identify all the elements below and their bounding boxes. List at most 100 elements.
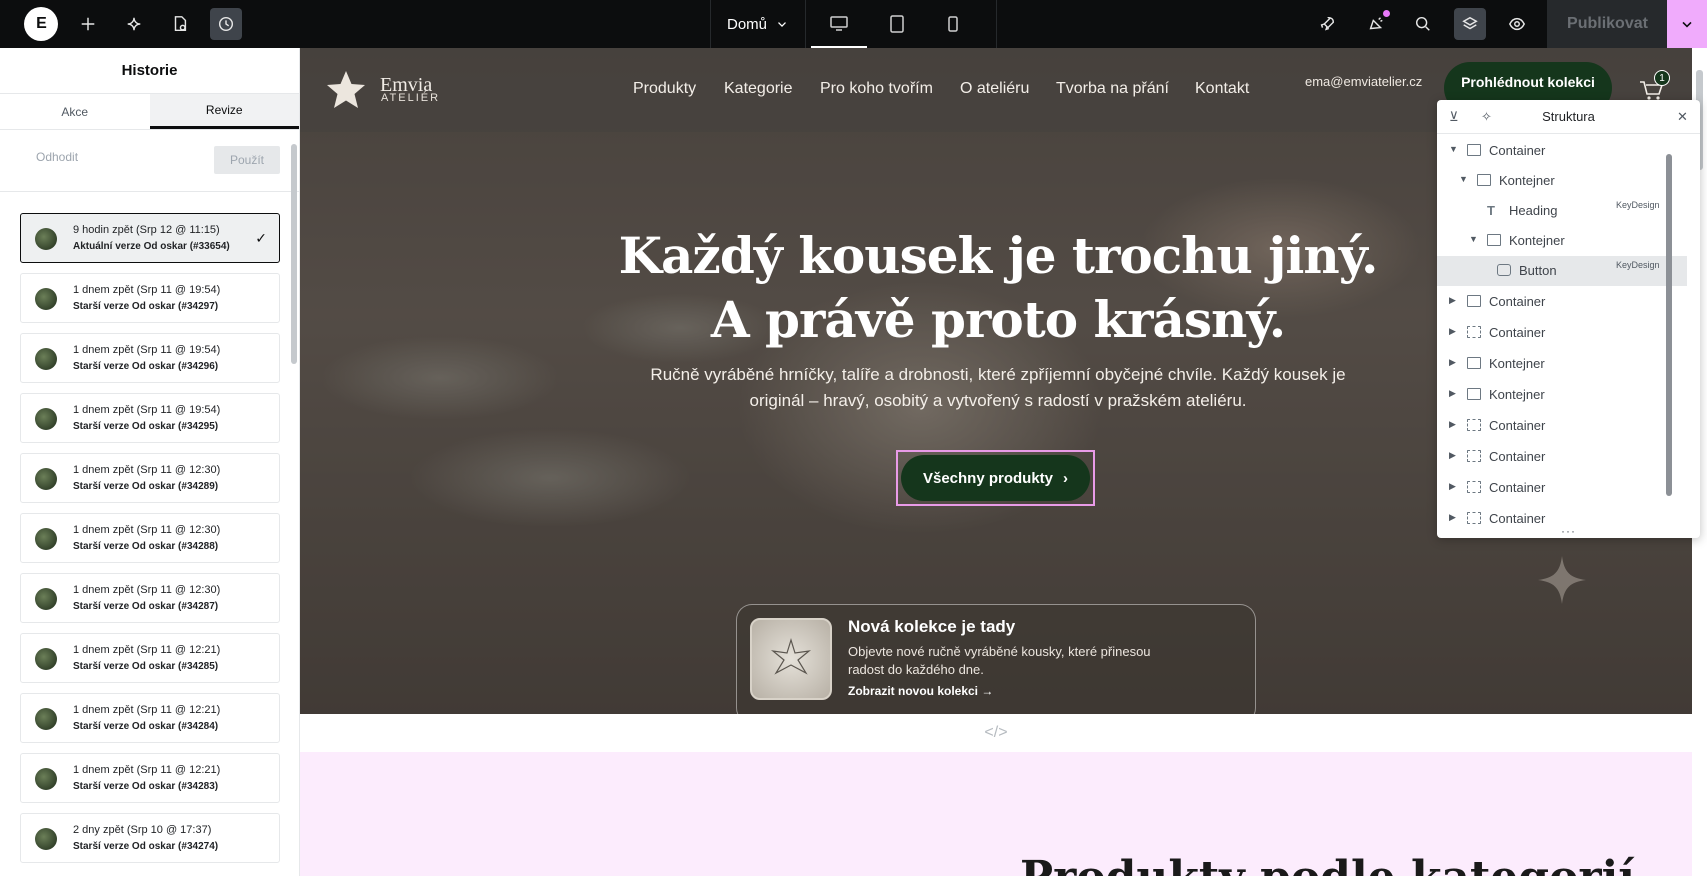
history-icon[interactable] — [210, 8, 242, 40]
revision-time: 1 dnem zpět (Srp 11 @ 19:54) — [73, 344, 221, 356]
plus-icon[interactable] — [72, 8, 104, 40]
revision-item[interactable]: 1 dnem zpět (Srp 11 @ 12:21) Starší verz… — [20, 633, 280, 683]
caret-right-icon[interactable]: ▶ — [1449, 450, 1456, 461]
revision-item[interactable]: 1 dnem zpět (Srp 11 @ 19:54) Starší verz… — [20, 333, 280, 383]
all-products-label: Všechny produkty — [922, 469, 1054, 487]
new-collection-card[interactable]: Nová kolekce je tady Objevte nové ručně … — [736, 604, 1256, 724]
nav-link-categories[interactable]: Kategorie — [724, 80, 793, 98]
navigator-scrollbar[interactable] — [1666, 154, 1672, 496]
page-settings-icon[interactable] — [164, 8, 196, 40]
navigator-item-label: Heading — [1509, 203, 1558, 218]
page-selector[interactable]: Domů — [710, 0, 806, 48]
revision-desc: Starší verze Od oskar (#34283) — [73, 781, 219, 792]
all-products-button[interactable]: Všechny produkty › — [901, 455, 1090, 501]
revision-time: 1 dnem zpět (Srp 11 @ 12:30) — [73, 464, 221, 476]
apply-button[interactable]: Použít — [214, 146, 280, 174]
navigator-item-label: Container — [1489, 418, 1546, 433]
nav-link-contact[interactable]: Kontakt — [1195, 80, 1249, 98]
tablet-icon[interactable] — [869, 0, 925, 48]
layers-icon[interactable] — [1454, 8, 1486, 40]
revision-item[interactable]: 9 hodin zpět (Srp 12 @ 11:15) Aktuální v… — [20, 213, 280, 263]
close-icon[interactable]: ✕ — [1677, 109, 1688, 125]
check-icon: ✓ — [255, 230, 267, 246]
navigator-item[interactable]: ▶ Container — [1437, 504, 1687, 524]
navigator-item[interactable]: ▶ Kontejner — [1437, 380, 1687, 410]
promo-link-label: Zobrazit novou kolekci — [848, 684, 979, 698]
navigator-item[interactable]: ▶ Kontejner — [1437, 349, 1687, 379]
nav-link-for-whom[interactable]: Pro koho tvořím — [820, 80, 933, 98]
avatar — [35, 348, 57, 370]
navigator-item[interactable]: ▼ Kontejner — [1437, 226, 1687, 256]
container-icon — [1467, 512, 1481, 524]
hero-heading[interactable]: Každý kousek je trochu jiný. A právě pro… — [520, 224, 1476, 352]
notification-dot — [1383, 10, 1390, 17]
desktop-icon[interactable] — [811, 0, 867, 48]
publish-button[interactable]: Publikovat — [1548, 0, 1667, 48]
revision-item[interactable]: 1 dnem zpět (Srp 11 @ 19:54) Starší verz… — [20, 273, 280, 323]
nav-link-custom[interactable]: Tvorba na přání — [1056, 80, 1169, 98]
navigator-item[interactable]: ▶ Container — [1437, 318, 1687, 348]
preview-eye-icon[interactable] — [1501, 8, 1533, 40]
rocket-icon[interactable] — [1311, 8, 1343, 40]
hero-heading-line-1: Každý kousek je trochu jiný. — [618, 226, 1379, 285]
navigator-item[interactable]: ▶ Container — [1437, 411, 1687, 441]
show-new-collection-link[interactable]: Zobrazit novou kolekci → — [848, 684, 993, 698]
revision-item[interactable]: 2 dny zpět (Srp 10 @ 17:37) Starší verze… — [20, 813, 280, 863]
revision-time: 1 dnem zpět (Srp 11 @ 19:54) — [73, 404, 221, 416]
revision-desc: Starší verze Od oskar (#34296) — [73, 361, 219, 372]
navigator-title: Struktura — [1542, 109, 1595, 124]
site-logo-subtitle: ATELIÉR — [381, 92, 441, 104]
nav-link-about[interactable]: O ateliéru — [960, 80, 1029, 98]
discard-button[interactable]: Odhodit — [36, 150, 78, 164]
caret-right-icon[interactable]: ▶ — [1449, 295, 1456, 306]
tab-revisions[interactable]: Revize — [149, 94, 299, 129]
navigator-item[interactable]: ▼ Container — [1437, 136, 1687, 166]
revision-item[interactable]: 1 dnem zpět (Srp 11 @ 12:21) Starší verz… — [20, 693, 280, 743]
publish-options-button[interactable] — [1667, 0, 1707, 48]
caret-right-icon[interactable]: ▶ — [1449, 326, 1456, 337]
mobile-icon[interactable] — [925, 0, 981, 48]
categories-heading: Produkty podle kategorií — [1020, 852, 1635, 876]
navigator-item-label: Container — [1489, 294, 1546, 309]
revision-desc: Starší verze Od oskar (#34274) — [73, 841, 219, 852]
promo-text: Objevte nové ručně vyráběné kousky, kter… — [848, 644, 1151, 677]
navigator-resize-handle[interactable]: ··· — [1437, 524, 1700, 538]
caret-right-icon[interactable]: ▶ — [1449, 357, 1456, 368]
caret-right-icon[interactable]: ▶ — [1449, 512, 1456, 523]
site-email[interactable]: ema@emviatelier.cz — [1305, 74, 1430, 90]
hero-heading-line-2: A právě proto krásný. — [710, 290, 1286, 349]
cart-count-badge: 1 — [1654, 70, 1670, 86]
revision-item[interactable]: 1 dnem zpět (Srp 11 @ 12:30) Starší verz… — [20, 573, 280, 623]
caret-down-icon[interactable]: ▼ — [1469, 234, 1478, 244]
ai-sparkle-icon[interactable] — [118, 8, 150, 40]
tab-actions[interactable]: Akce — [0, 94, 150, 129]
container-icon — [1467, 419, 1481, 431]
navigator-item[interactable]: ▶ Container — [1437, 287, 1687, 317]
caret-right-icon[interactable]: ▶ — [1449, 481, 1456, 492]
caret-down-icon[interactable]: ▼ — [1459, 174, 1468, 184]
revision-item[interactable]: 1 dnem zpět (Srp 11 @ 12:30) Starší verz… — [20, 453, 280, 503]
navigator-item[interactable]: T Heading KeyDesign — [1437, 196, 1687, 226]
revision-item[interactable]: 1 dnem zpět (Srp 11 @ 12:21) Starší verz… — [20, 753, 280, 803]
revision-item[interactable]: 1 dnem zpět (Srp 11 @ 19:54) Starší verz… — [20, 393, 280, 443]
search-icon[interactable] — [1407, 8, 1439, 40]
chevron-down-icon — [1682, 21, 1692, 28]
navigator-item[interactable]: ▶ Container — [1437, 473, 1687, 503]
caret-right-icon[interactable]: ▶ — [1449, 419, 1456, 430]
hero-text[interactable]: Ručně vyráběné hrníčky, talíře a drobnos… — [640, 362, 1356, 414]
revision-desc: Starší verze Od oskar (#34297) — [73, 301, 219, 312]
elementor-logo-icon[interactable]: E — [24, 7, 58, 41]
selected-element-outline: Všechny produkty › — [896, 450, 1095, 506]
revision-item[interactable]: 1 dnem zpět (Srp 11 @ 12:30) Starší verz… — [20, 513, 280, 563]
nav-link-products[interactable]: Produkty — [633, 80, 696, 98]
container-icon — [1487, 234, 1501, 246]
navigator-item-selected[interactable]: Button KeyDesign — [1437, 256, 1687, 286]
revision-time: 2 dny zpět (Srp 10 @ 17:37) — [73, 824, 212, 836]
avatar — [35, 708, 57, 730]
caret-down-icon[interactable]: ▼ — [1449, 144, 1458, 154]
navigator-item[interactable]: ▼ Kontejner — [1437, 166, 1687, 196]
caret-right-icon[interactable]: ▶ — [1449, 388, 1456, 399]
categories-section[interactable]: Produkty podle kategorií — [300, 752, 1692, 876]
avatar — [35, 528, 57, 550]
navigator-item[interactable]: ▶ Container — [1437, 442, 1687, 472]
